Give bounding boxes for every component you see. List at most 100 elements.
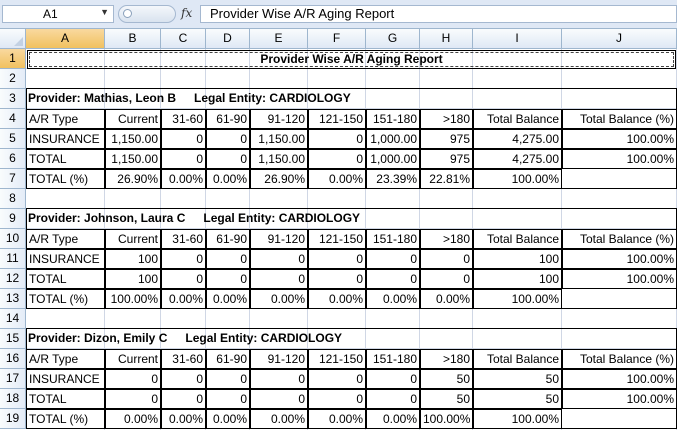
value-cell[interactable]: 100.00% (562, 249, 677, 269)
value-cell[interactable]: 0 (206, 389, 250, 409)
value-cell[interactable]: 100.00% (105, 289, 161, 309)
column-label[interactable]: 151-180 (366, 109, 420, 129)
value-cell[interactable]: 100.00% (473, 169, 562, 189)
column-header-g[interactable]: G (366, 29, 420, 49)
value-cell[interactable]: 0.00% (161, 409, 206, 429)
row-header-15[interactable]: 15 (0, 329, 26, 349)
value-cell[interactable]: 50 (473, 369, 562, 389)
value-cell[interactable]: 0.00% (206, 169, 250, 189)
column-label[interactable]: A/R Type (26, 349, 105, 369)
column-label[interactable]: Current (105, 109, 161, 129)
row-header-10[interactable]: 10 (0, 229, 26, 249)
column-label[interactable]: A/R Type (26, 109, 105, 129)
value-cell[interactable]: 0 (250, 369, 308, 389)
value-cell[interactable]: 0.00% (250, 409, 308, 429)
value-cell[interactable]: 100.00% (562, 369, 677, 389)
value-cell[interactable]: 1,000.00 (366, 149, 420, 169)
column-label[interactable]: >180 (420, 109, 473, 129)
row-header-14[interactable]: 14 (0, 309, 26, 329)
provider-heading[interactable]: Provider: Mathias, Leon B Legal Entity: C… (26, 89, 677, 109)
row-header-17[interactable]: 17 (0, 369, 26, 389)
value-cell[interactable]: 0 (161, 369, 206, 389)
value-cell[interactable]: 0 (308, 269, 366, 289)
value-cell[interactable]: 0.00% (420, 289, 473, 309)
column-label[interactable]: 61-90 (206, 109, 250, 129)
value-cell[interactable]: 0 (366, 269, 420, 289)
row-header-9[interactable]: 9 (0, 209, 26, 229)
value-cell[interactable]: 26.90% (105, 169, 161, 189)
value-cell[interactable]: 0 (308, 369, 366, 389)
chevron-down-icon[interactable]: ▼ (100, 7, 109, 17)
value-cell[interactable]: 0.00% (206, 409, 250, 429)
row-label[interactable]: INSURANCE (26, 249, 105, 269)
column-header-c[interactable]: C (161, 29, 206, 49)
row-header-7[interactable]: 7 (0, 169, 26, 189)
formula-bar-handle[interactable] (118, 5, 176, 23)
row-label[interactable]: TOTAL (%) (26, 289, 105, 309)
value-cell[interactable]: 0.00% (161, 169, 206, 189)
row-label[interactable]: TOTAL (26, 389, 105, 409)
value-cell[interactable]: 0.00% (366, 409, 420, 429)
column-label[interactable]: Total Balance (473, 349, 562, 369)
value-cell[interactable]: 0 (161, 249, 206, 269)
value-cell[interactable]: 0 (308, 149, 366, 169)
column-label[interactable]: Total Balance (473, 109, 562, 129)
column-header-d[interactable]: D (206, 29, 250, 49)
value-cell[interactable]: 100.00% (473, 409, 562, 429)
row-header-16[interactable]: 16 (0, 349, 26, 369)
value-cell[interactable]: 0 (366, 369, 420, 389)
column-label[interactable]: 31-60 (161, 229, 206, 249)
column-label[interactable]: 91-120 (250, 109, 308, 129)
column-label[interactable]: Current (105, 229, 161, 249)
row-header-4[interactable]: 4 (0, 109, 26, 129)
column-header-i[interactable]: I (473, 29, 562, 49)
provider-heading[interactable]: Provider: Dizon, Emily C Legal Entity: CA… (26, 329, 677, 349)
value-cell[interactable]: 0 (308, 249, 366, 269)
value-cell[interactable]: 1,150.00 (105, 149, 161, 169)
value-cell[interactable]: 0 (206, 249, 250, 269)
column-label[interactable]: 31-60 (161, 109, 206, 129)
column-label[interactable]: A/R Type (26, 229, 105, 249)
report-title[interactable]: Provider Wise A/R Aging Report (27, 50, 676, 69)
value-cell[interactable]: 0.00% (250, 289, 308, 309)
column-header-e[interactable]: E (250, 29, 308, 49)
value-cell[interactable]: 0 (308, 389, 366, 409)
value-cell[interactable]: 100.00% (473, 289, 562, 309)
row-label[interactable]: TOTAL (%) (26, 409, 105, 429)
value-cell[interactable]: 0 (161, 269, 206, 289)
row-header-1[interactable]: 1 (0, 49, 26, 69)
value-cell[interactable]: 1,000.00 (366, 129, 420, 149)
row-label[interactable]: TOTAL (%) (26, 169, 105, 189)
value-cell[interactable]: 0 (366, 389, 420, 409)
row-header-11[interactable]: 11 (0, 249, 26, 269)
value-cell[interactable]: 0.00% (161, 289, 206, 309)
insert-function-icon[interactable]: fx (181, 6, 192, 20)
column-label[interactable]: 151-180 (366, 349, 420, 369)
value-cell[interactable]: 975 (420, 149, 473, 169)
column-label[interactable]: 121-150 (308, 109, 366, 129)
row-header-13[interactable]: 13 (0, 289, 26, 309)
value-cell[interactable]: 26.90% (250, 169, 308, 189)
column-label[interactable]: Total Balance (%) (562, 349, 677, 369)
column-label[interactable]: Total Balance (%) (562, 229, 677, 249)
row-label[interactable]: TOTAL (26, 269, 105, 289)
value-cell[interactable]: 0 (105, 369, 161, 389)
value-cell[interactable]: 0 (420, 269, 473, 289)
row-header-6[interactable]: 6 (0, 149, 26, 169)
value-cell[interactable]: 100 (473, 269, 562, 289)
name-box[interactable]: A1 ▼ (2, 5, 114, 23)
value-cell[interactable]: 0 (250, 249, 308, 269)
column-label[interactable]: Current (105, 349, 161, 369)
row-label[interactable]: INSURANCE (26, 369, 105, 389)
column-header-b[interactable]: B (105, 29, 161, 49)
row-header-19[interactable]: 19 (0, 409, 26, 429)
column-header-a[interactable]: A (26, 29, 105, 49)
value-cell[interactable]: 4,275.00 (473, 149, 562, 169)
column-label[interactable]: 91-120 (250, 349, 308, 369)
value-cell[interactable]: 0.00% (206, 289, 250, 309)
value-cell[interactable]: 0 (308, 129, 366, 149)
column-label[interactable]: 61-90 (206, 349, 250, 369)
column-label[interactable]: >180 (420, 349, 473, 369)
value-cell[interactable]: 0 (206, 369, 250, 389)
value-cell[interactable]: 0 (250, 269, 308, 289)
